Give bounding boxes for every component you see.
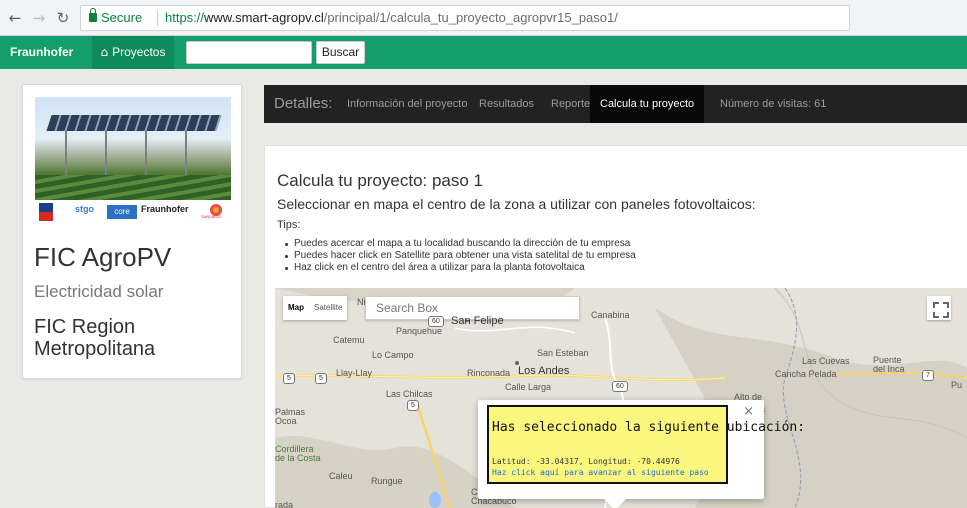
place-label: rada xyxy=(275,500,294,508)
forward-arrow-icon[interactable]: → xyxy=(30,9,48,27)
route-shield: 60 xyxy=(612,381,628,392)
sponsor-logos: stgo core Fraunhofer SANTIAGO xyxy=(35,202,231,222)
santiago-logo-text: SANTIAGO xyxy=(201,214,222,219)
details-label: Detalles: xyxy=(274,95,333,112)
project-region: FIC Region Metropolitana xyxy=(34,316,156,360)
navbar-search-input[interactable] xyxy=(186,41,312,64)
project-title: FIC AgroPV xyxy=(34,242,172,272)
route-shield: 7 xyxy=(922,370,934,381)
info-coordinates: Latitud: -33.04317, Longitud: -70.44976 xyxy=(492,457,680,466)
place-label: Rungue xyxy=(371,476,403,486)
back-arrow-icon[interactable]: ← xyxy=(6,9,24,27)
place-label: Catemu xyxy=(333,335,365,345)
route-shield: 60 xyxy=(428,316,444,327)
place-label: San Felipe xyxy=(451,315,504,327)
visit-counter: Número de visitas: 61 xyxy=(720,98,827,110)
map-type-map[interactable]: Map xyxy=(283,296,309,320)
url-separator xyxy=(157,10,158,26)
map-type-satellite[interactable]: Satellite xyxy=(309,296,347,320)
place-label: Lo Campo xyxy=(372,350,414,360)
place-label: Las Cuevas xyxy=(802,356,850,366)
place-label: Canabina xyxy=(591,310,630,320)
tip-item: Haz click en el centro del área a utiliz… xyxy=(285,262,636,274)
search-button[interactable]: Buscar xyxy=(316,41,365,64)
address-bar[interactable]: Secure https://www.smart-agropv.cl/princ… xyxy=(80,5,850,31)
project-photo xyxy=(35,97,231,200)
lock-icon xyxy=(89,8,97,22)
place-label: Rinconada xyxy=(467,368,511,378)
top-navbar: Fraunhofer ⌂ Proyectos Buscar xyxy=(0,36,967,69)
place-label: Cancha Pelada xyxy=(775,369,837,379)
place-label: Llay-Llay xyxy=(336,368,373,378)
project-subtitle: Electricidad solar xyxy=(34,282,164,301)
chile-gov-logo xyxy=(39,203,53,221)
details-navbar: Detalles: Información del proyecto Resul… xyxy=(264,85,967,123)
reload-icon[interactable]: ↻ xyxy=(54,9,72,27)
place-label: Panquehue xyxy=(396,326,443,336)
map-type-control[interactable]: Map Satellite xyxy=(283,296,348,320)
place-label: Caleu xyxy=(329,471,353,481)
brand-link[interactable]: Fraunhofer xyxy=(10,45,73,59)
tab-project-info[interactable]: Información del proyecto xyxy=(347,98,467,110)
tab-calculate-project[interactable]: Calcula tu proyecto xyxy=(590,85,705,123)
stgo-logo: stgo xyxy=(75,204,94,214)
tab-reports[interactable]: Reportes xyxy=(551,98,596,110)
place-label: Calle Larga xyxy=(505,382,552,392)
url-text[interactable]: https://www.smart-agropv.cl/principal/1/… xyxy=(165,6,618,30)
route-shield: 5 xyxy=(315,373,327,384)
core-logo: core xyxy=(107,205,137,219)
tip-item: Puedes hacer click en Satellite para obt… xyxy=(285,250,636,262)
fullscreen-icon[interactable] xyxy=(927,296,951,320)
info-content: Has seleccionado la siguiente ubicación:… xyxy=(487,405,805,484)
place-label: Palmas Ocoa xyxy=(275,407,306,426)
route-shield: 5 xyxy=(407,400,419,411)
tip-item: Puedes acercar el mapa a tu localidad bu… xyxy=(285,238,636,250)
place-label: San Esteban xyxy=(537,348,589,358)
place-label: Las Chilcas xyxy=(386,389,433,399)
map-info-window: × Has seleccionado la siguiente ubicació… xyxy=(478,400,805,508)
place-label: Los Andes xyxy=(518,365,570,377)
tab-results[interactable]: Resultados xyxy=(479,98,534,110)
next-step-link[interactable]: Haz click aquí para avanzar al siguiente… xyxy=(492,468,709,477)
page-subheading: Seleccionar en mapa el centro de la zona… xyxy=(277,196,756,212)
place-label: Puente del Inca xyxy=(873,355,905,374)
secure-label: Secure xyxy=(101,10,143,25)
tips-label: Tips: xyxy=(277,219,301,231)
tips-list: Puedes acercar el mapa a tu localidad bu… xyxy=(285,238,636,274)
page-heading: Calcula tu proyecto: paso 1 xyxy=(277,171,484,190)
projects-button[interactable]: ⌂ Proyectos xyxy=(92,36,174,69)
browser-toolbar: ← → ↻ Secure https://www.smart-agropv.cl… xyxy=(0,0,967,36)
place-label: Cordillera de la Costa xyxy=(275,444,321,463)
fraunhofer-logo: Fraunhofer xyxy=(141,204,189,214)
place-label: Pu xyxy=(951,380,963,390)
project-card: stgo core Fraunhofer SANTIAGO FIC AgroPV… xyxy=(22,84,242,379)
home-icon: ⌂ xyxy=(100,45,109,59)
route-shield: 5 xyxy=(283,373,295,384)
close-icon[interactable]: × xyxy=(743,404,754,419)
info-title: Has seleccionado la siguiente ubicación: xyxy=(492,420,806,435)
